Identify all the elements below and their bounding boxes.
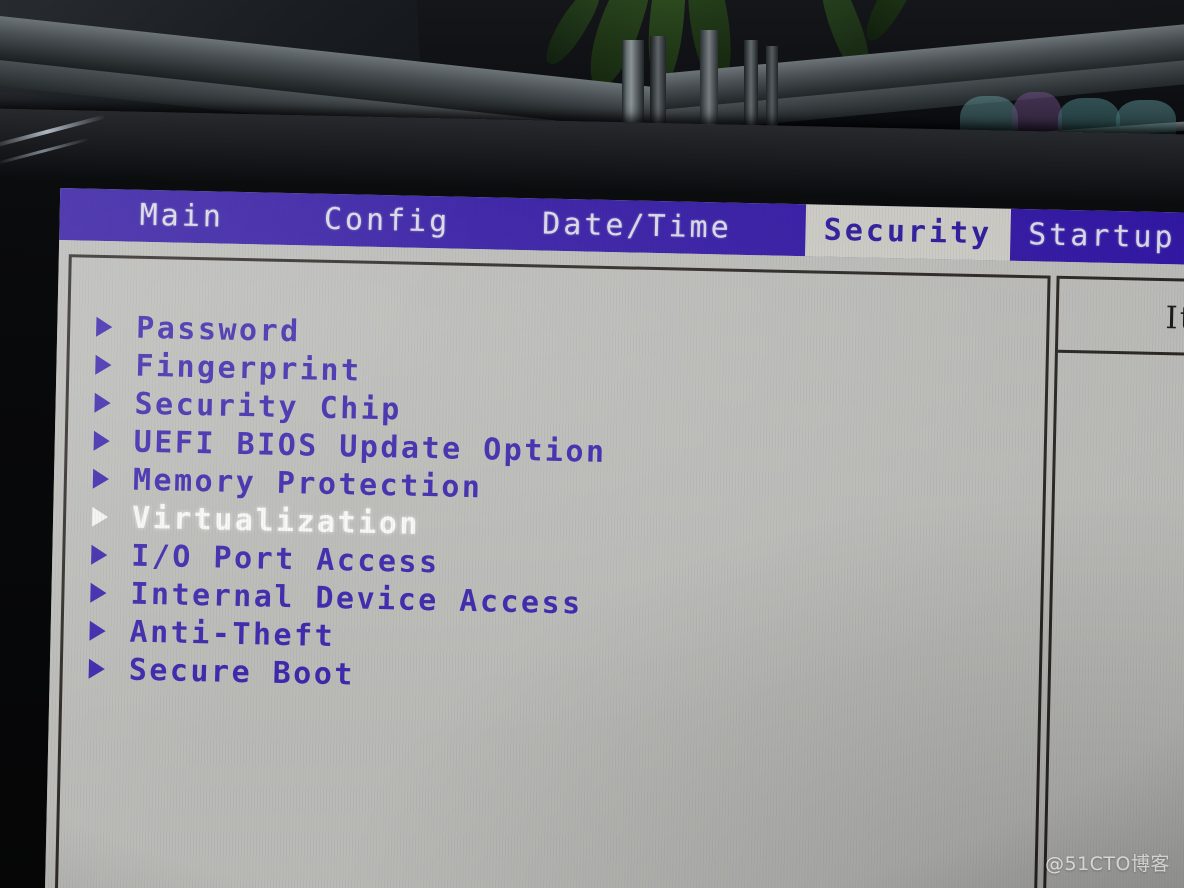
submenu-arrow-icon [88, 658, 119, 680]
tab-main[interactable]: Main [121, 189, 242, 244]
tab-spacer [750, 229, 806, 230]
menu-item-label: Anti-Theft [129, 614, 336, 654]
help-panel-title: Item [1057, 278, 1184, 360]
monitor-bezel: Main Config Date/Time Security Startup P… [0, 108, 1184, 888]
photo-of-bios-screen: Main Config Date/Time Security Startup P… [0, 0, 1184, 888]
submenu-arrow-icon [95, 354, 125, 376]
menu-item-label: Secure Boot [128, 652, 356, 693]
plant-leaf [858, 0, 928, 47]
tab-spacer [242, 218, 306, 219]
submenu-arrow-icon [93, 430, 124, 452]
menu-item-label: Security Chip [134, 386, 403, 427]
tab-config[interactable]: Config [305, 193, 468, 249]
bios-body: Password Fingerprint Security Chip UEFI … [43, 239, 1184, 888]
security-menu-list: Password Fingerprint Security Chip UEFI … [88, 308, 996, 708]
item-specific-help-panel: Item [1040, 275, 1184, 888]
menu-item-label: Fingerprint [135, 348, 362, 389]
menu-item-label: Password [135, 310, 302, 349]
menu-item-label: Virtualization [131, 500, 421, 542]
menu-item-label: I/O Port Access [130, 538, 441, 580]
tab-spacer [468, 223, 524, 224]
tab-startup[interactable]: Startup [1010, 209, 1184, 265]
submenu-arrow-icon [89, 620, 119, 642]
site-watermark: @51CTO博客 [1044, 853, 1170, 875]
submenu-arrow-icon [90, 582, 120, 604]
submenu-arrow-icon [91, 506, 122, 528]
submenu-arrow-icon [91, 544, 121, 566]
submenu-arrow-icon [96, 316, 126, 338]
submenu-arrow-icon [92, 468, 123, 490]
tabbar-left-spacer [60, 214, 122, 215]
security-menu-panel: Password Fingerprint Security Chip UEFI … [52, 254, 1051, 888]
tab-date-time[interactable]: Date/Time [524, 198, 751, 255]
submenu-arrow-icon [94, 392, 124, 414]
bios-setup-screen: Main Config Date/Time Security Startup P… [43, 187, 1184, 888]
menu-item-label: Memory Protection [132, 462, 483, 505]
tab-security[interactable]: Security [805, 204, 1011, 261]
